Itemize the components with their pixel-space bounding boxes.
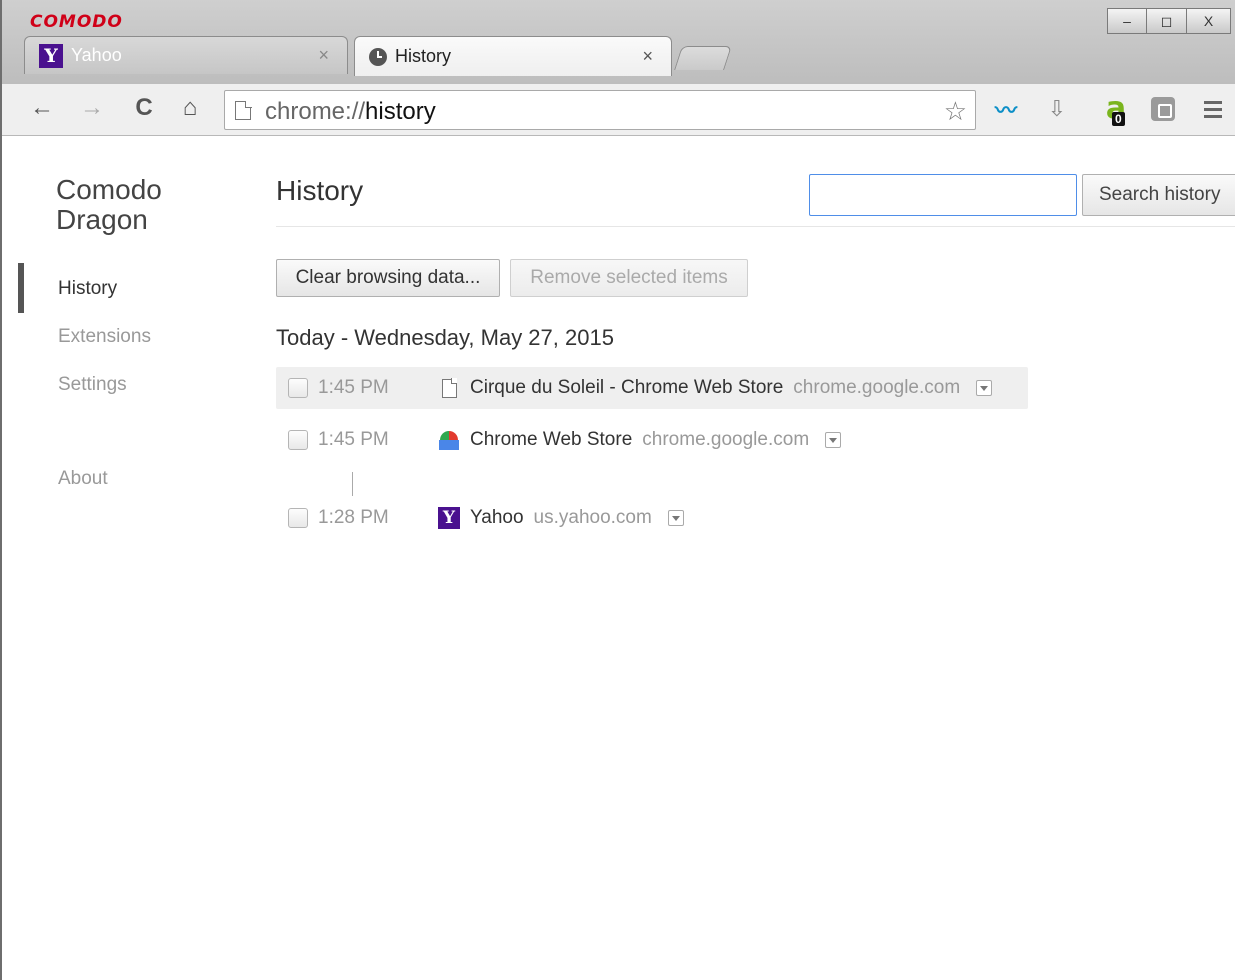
url-scheme: chrome:// [265,98,366,125]
title-bar: COMODO – ◻ X Y Yahoo × History × [2,0,1235,84]
address-bar[interactable]: chrome://history ☆ [224,90,976,130]
sidebar-item-history[interactable]: History [58,278,117,300]
entry-domain: us.yahoo.com [533,507,652,528]
entry-time: 1:45 PM [318,377,389,398]
tab-label: History [395,46,452,66]
close-window-button[interactable]: X [1187,8,1231,34]
sidebar-item-extensions[interactable]: Extensions [58,326,151,348]
entry-time: 1:28 PM [318,507,389,528]
reload-icon: C [135,94,153,121]
entry-domain: chrome.google.com [793,377,961,398]
entry-title[interactable]: Cirque du Soleil - Chrome Web Store [470,377,783,399]
day-header: Today - Wednesday, May 27, 2015 [276,325,614,350]
entry-menu-button[interactable] [976,380,993,396]
back-button[interactable]: ← [28,94,56,122]
time-gap-indicator [352,472,353,496]
entry-title[interactable]: Chrome Web Store [470,429,632,451]
url-text[interactable]: chrome://history [265,98,436,126]
a-extension-icon[interactable]: a 0 [1096,94,1136,126]
history-entry[interactable]: 1:45 PM Chrome Web Store chrome.google.c… [276,419,842,461]
forward-button[interactable]: → [78,94,106,122]
tab-yahoo[interactable]: Y Yahoo × [24,36,348,74]
toolbar: ← → C ⌂ chrome://history ☆ 〰 ⇩ a 0 [2,84,1235,136]
page-content: Comodo Dragon History Extensions Setting… [4,137,1235,980]
yahoo-icon: Y [39,43,63,68]
entry-menu-button[interactable] [667,510,684,526]
brand-logo: COMODO [30,12,123,32]
menu-button[interactable] [1198,94,1228,124]
web-store-icon [438,429,460,451]
tab-label: Yahoo [71,45,122,65]
sidebar-item-about[interactable]: About [58,468,108,490]
divider [276,226,1235,227]
entry-checkbox[interactable] [288,508,308,528]
arrow-left-icon: ← [30,94,54,121]
entry-time: 1:45 PM [318,429,389,450]
wave-extension-icon[interactable]: 〰 [990,94,1022,124]
remove-selected-items-button[interactable]: Remove selected items [510,259,748,297]
search-history-button[interactable]: Search history [1082,174,1235,216]
history-main: History Search history Clear browsing da… [276,137,1235,980]
url-host: history [365,98,436,125]
clear-browsing-data-button[interactable]: Clear browsing data... [276,259,500,297]
entry-checkbox[interactable] [288,378,308,398]
home-icon: ⌂ [182,94,198,121]
window-controls: – ◻ X [1107,8,1231,36]
page-icon [235,100,252,120]
maximize-button[interactable]: ◻ [1147,8,1187,34]
page-title: History [276,175,364,206]
sidebar: Comodo Dragon History Extensions Setting… [4,137,254,980]
close-icon: X [1203,13,1214,29]
tab-history[interactable]: History × [354,36,672,76]
tab-close-button[interactable]: × [318,45,329,66]
minimize-icon: – [1123,13,1131,29]
box-icon [1151,97,1175,121]
box-extension-icon[interactable] [1150,94,1176,124]
entry-title[interactable]: Yahoo [470,507,524,529]
history-entry[interactable]: 1:45 PM Cirque du Soleil - Chrome Web St… [276,367,1028,409]
history-entry[interactable]: 1:28 PM Y Yahoo us.yahoo.com [276,497,684,539]
bookmark-star-icon[interactable]: ☆ [944,96,967,127]
extension-badge: 0 [1112,112,1125,126]
yahoo-icon: Y [438,507,460,529]
maximize-icon: ◻ [1160,12,1173,29]
home-button[interactable]: ⌂ [176,94,204,122]
product-name: Comodo Dragon [56,174,162,235]
minimize-button[interactable]: – [1107,8,1147,34]
download-extension-icon[interactable]: ⇩ [1042,94,1072,124]
arrow-right-icon: → [80,94,104,121]
clock-icon [369,47,387,66]
page-icon [438,377,460,399]
browser-window: COMODO – ◻ X Y Yahoo × History × ← → C ⌂… [0,0,1235,980]
hamburger-icon [1204,100,1222,104]
search-input[interactable] [809,174,1077,216]
selected-indicator [18,263,24,313]
new-tab-button[interactable] [674,46,732,70]
tab-close-button[interactable]: × [642,46,653,67]
reload-button[interactable]: C [130,94,158,122]
sidebar-item-settings[interactable]: Settings [58,374,127,396]
entry-checkbox[interactable] [288,430,308,450]
entry-domain: chrome.google.com [642,429,810,450]
entry-menu-button[interactable] [825,432,842,448]
